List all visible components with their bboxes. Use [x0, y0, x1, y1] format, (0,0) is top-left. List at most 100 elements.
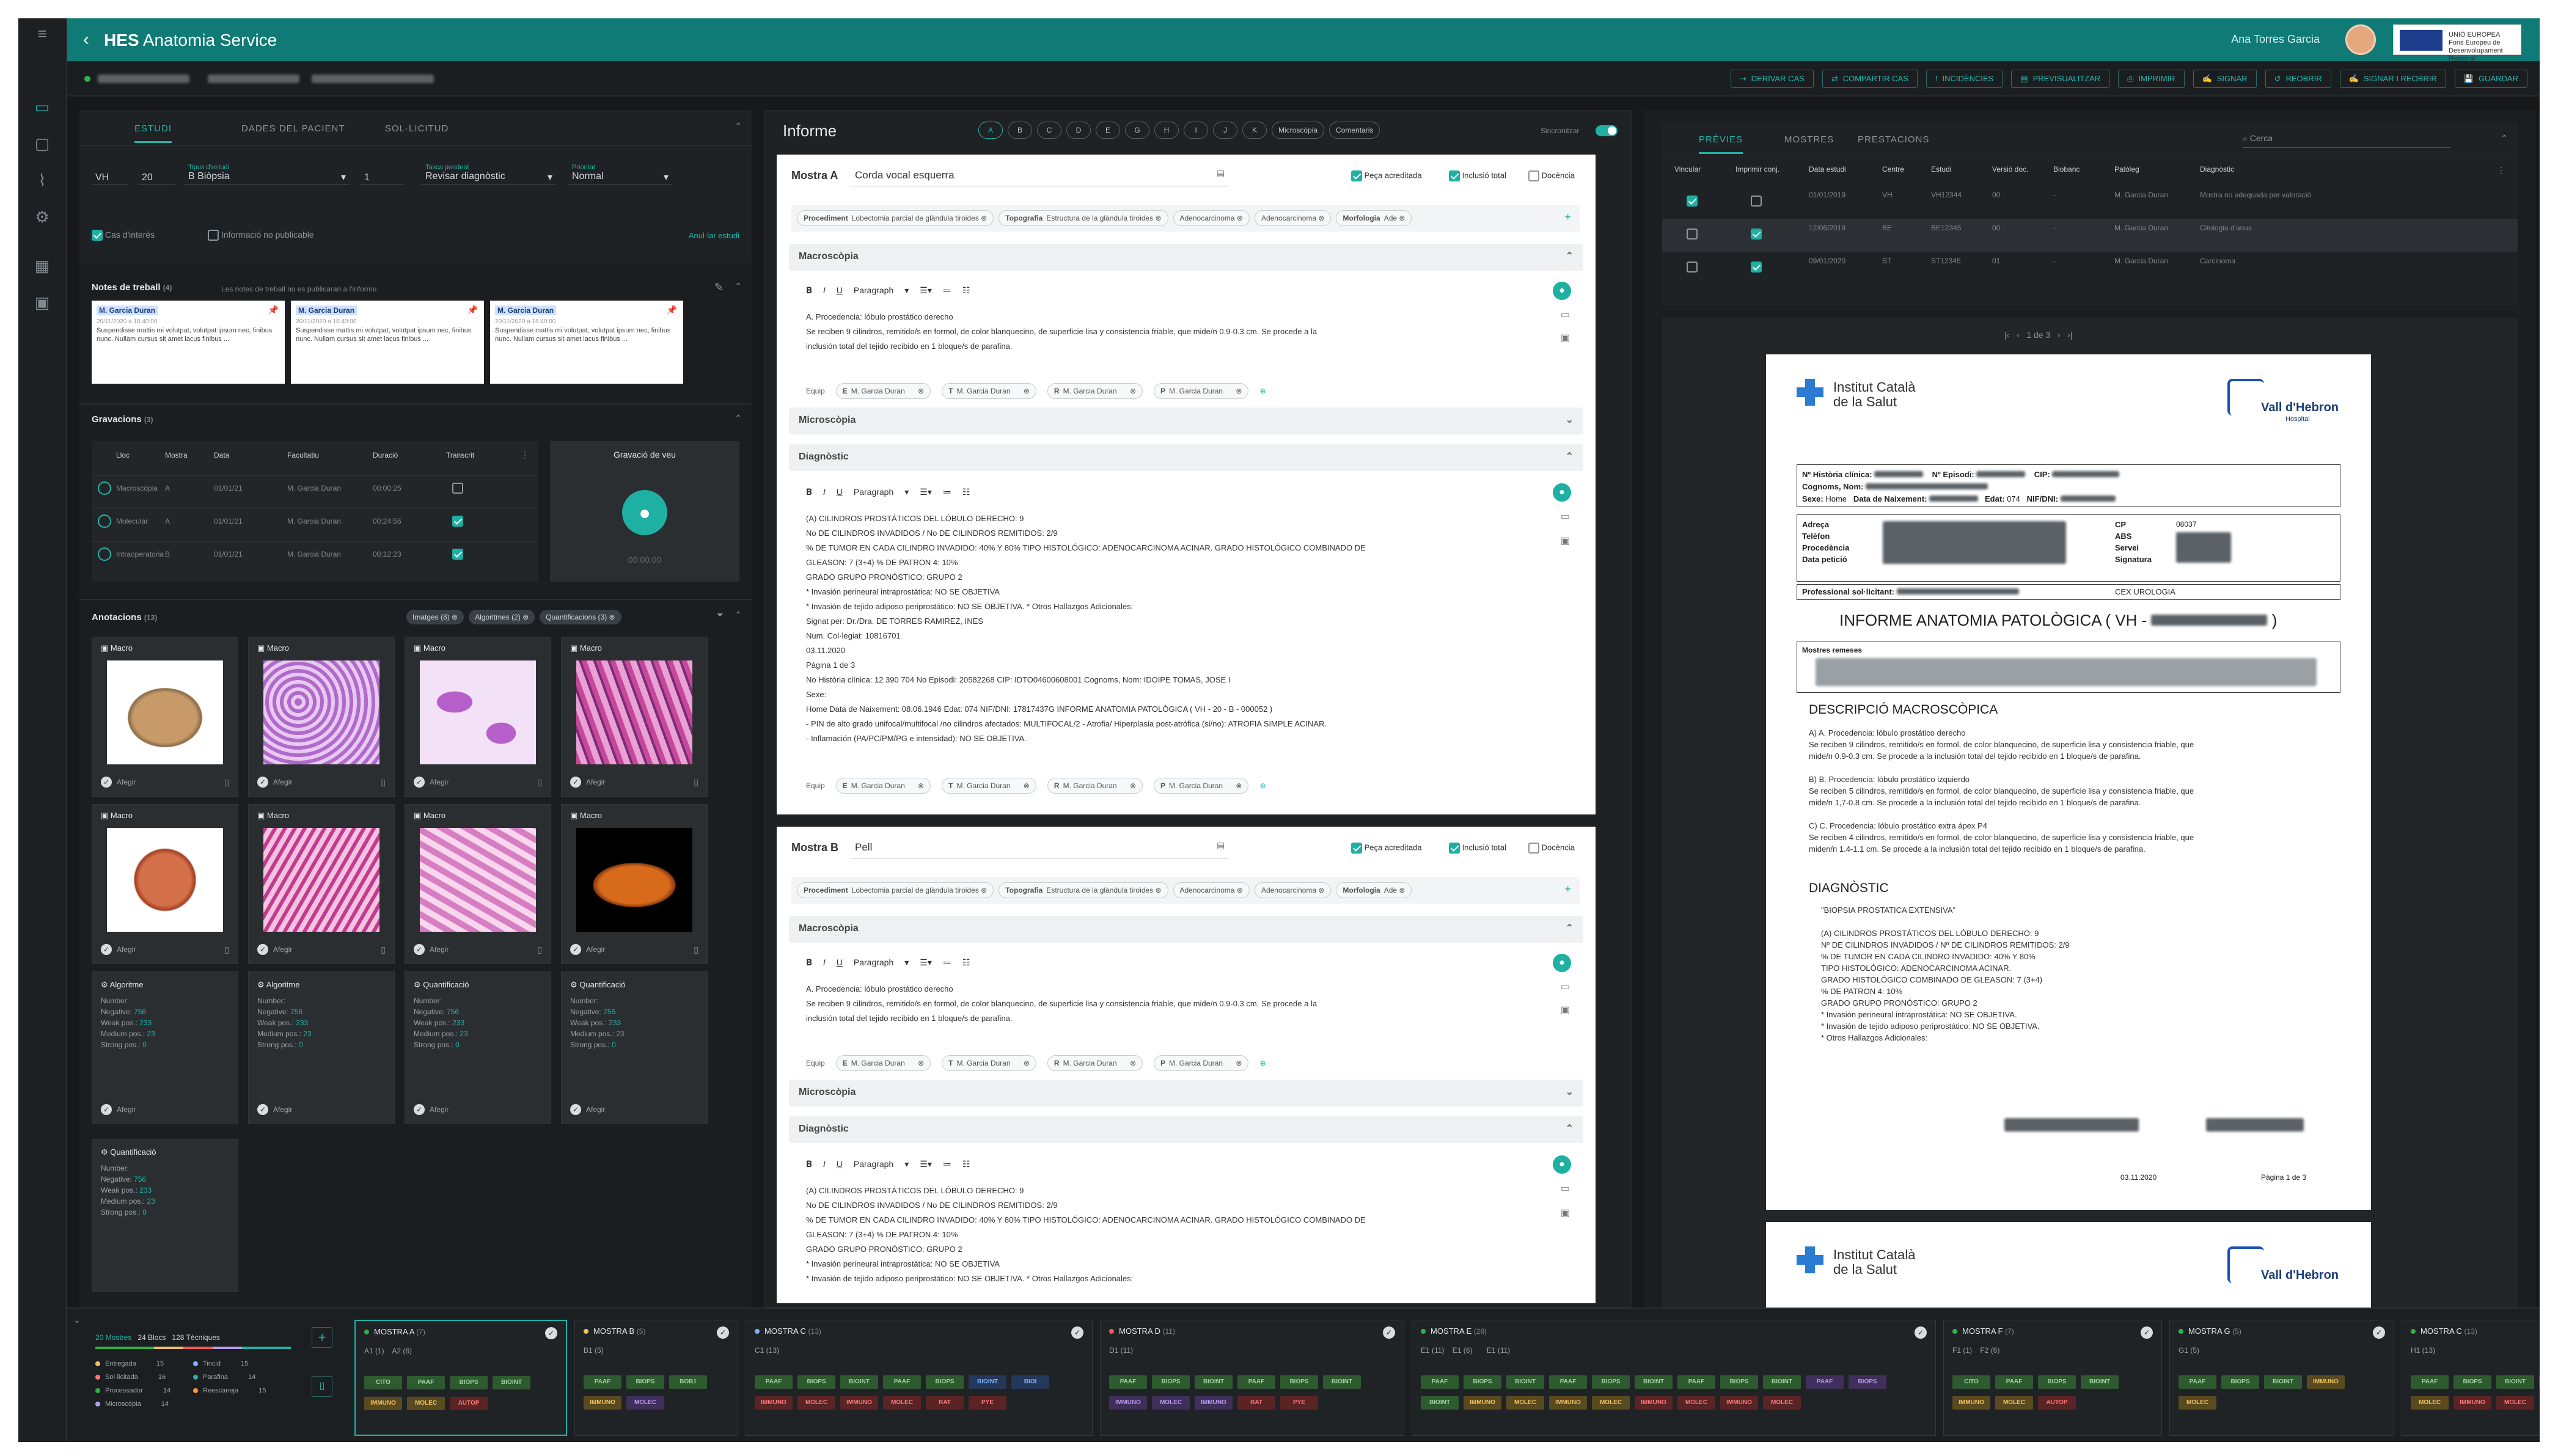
technique-tag[interactable]: IMMUNO — [1464, 1396, 1501, 1410]
technique-tag[interactable]: BIOPS — [450, 1376, 488, 1389]
add-user-icon[interactable]: ⊕ — [1259, 1059, 1266, 1067]
technique-tag[interactable]: BIOPS — [626, 1375, 664, 1389]
technique-tag[interactable]: IMMUNO — [755, 1396, 793, 1410]
prev-row[interactable] — [1662, 219, 2518, 252]
more-icon[interactable]: ⋮ — [2497, 165, 2505, 175]
quantification-card[interactable]: ⚙ Quantificació Number: Negative: 756 Weak … — [405, 971, 551, 1124]
template-icon[interactable]: ▣ — [1561, 535, 1570, 547]
coding-chip[interactable]: Topografia Estructura de la glàndula tiro… — [999, 882, 1168, 898]
team-member-chip[interactable]: P M. Garcia Duran ⊗ — [1154, 778, 1249, 794]
mic-icon[interactable]: ● — [1553, 483, 1571, 502]
accredited-check[interactable]: Peça acreditada — [1351, 170, 1422, 181]
action-button-2[interactable]: ! INCIDÈNCIES — [1926, 70, 2003, 88]
technique-tag[interactable]: BIOPS — [2454, 1375, 2491, 1389]
add-button[interactable]: + — [312, 1327, 332, 1348]
coding-chip[interactable]: Adenocarcinoma ⊗ — [1173, 882, 1250, 898]
total-inclusion-check[interactable]: Inclusió total — [1449, 170, 1506, 181]
teaching-check[interactable]: Docència — [1528, 170, 1575, 181]
macroscopy-text[interactable]: A. Procedencia: lóbulo prostático derech… — [806, 982, 1528, 1026]
technique-tag[interactable]: PYE — [1280, 1396, 1318, 1410]
user-name[interactable]: Ana Torres Garcia — [2231, 33, 2320, 46]
technique-tag[interactable]: BIOINT — [2081, 1375, 2119, 1389]
print-check[interactable] — [1751, 262, 1762, 273]
technique-tag[interactable]: BIOPS — [2038, 1375, 2076, 1389]
transcribed-check[interactable] — [452, 483, 463, 494]
team-member-chip[interactable]: E M. Garcia Duran ⊗ — [835, 1055, 931, 1071]
quantification-card[interactable]: ⚙ Quantificació Number: Negative: 756 Weak … — [92, 1139, 238, 1292]
tab-previes[interactable]: PRÈVIES — [1699, 134, 1743, 154]
technique-tag[interactable]: BIOINT — [2496, 1375, 2534, 1389]
team-member-chip[interactable]: P M. Garcia Duran ⊗ — [1154, 383, 1249, 399]
technique-tag[interactable]: PAAF — [1995, 1375, 2033, 1389]
coding-chip[interactable]: Morfologia Ade ⊗ — [1336, 210, 1412, 226]
coding-chip[interactable]: Topografia Estructura de la glàndula tiro… — [999, 210, 1168, 226]
tab-mostres[interactable]: MOSTRES — [1784, 134, 1834, 145]
technique-tag[interactable]: MOLEC — [407, 1397, 445, 1410]
calendar-icon[interactable]: ▤ — [1217, 168, 1225, 178]
technique-tag[interactable]: BIOI — [1011, 1375, 1049, 1389]
annotation-card[interactable]: ▣ Macro ✓ Afegir ▯ — [248, 637, 395, 797]
quantification-card[interactable]: ⚙ Algoritme Number: Negative: 756 Weak pos.… — [92, 971, 238, 1124]
coding-chip[interactable]: Procediment Lobectomia parcial de glàndul… — [797, 210, 994, 226]
annotation-card[interactable]: ▣ Macro ✓ Afegir ▯ — [92, 637, 238, 797]
technique-tag[interactable]: BIOINT — [840, 1375, 878, 1389]
technique-tag[interactable]: BIOINT — [1323, 1375, 1361, 1389]
technique-tag[interactable]: BIOINT — [1506, 1375, 1544, 1389]
team-member-chip[interactable]: R M. Garcia Duran ⊗ — [1047, 1055, 1143, 1071]
sample-pill[interactable]: G — [1125, 122, 1149, 139]
text-toolbar[interactable]: 𝐁 I U Paragraph ▾ ☰▾ ≔ ☷ — [806, 487, 981, 497]
delete-icon[interactable]: ▯ — [694, 777, 698, 788]
tab-dades-pacient[interactable]: DADES DEL PACIENT — [241, 123, 345, 134]
play-icon[interactable] — [98, 481, 111, 495]
note-card[interactable]: 📌 M. Garcia Duran 20/11/2020 a 18:40:00 Sus… — [92, 301, 285, 384]
note-card[interactable]: 📌 M. Garcia Duran 20/11/2020 a 18:40:00 Sus… — [490, 301, 683, 384]
technique-tag[interactable]: MOLEC — [1763, 1396, 1801, 1410]
technique-tag[interactable]: RAT — [1237, 1396, 1275, 1410]
technique-tag[interactable]: PAAF — [755, 1375, 793, 1389]
study-year[interactable]: 20 — [138, 171, 175, 185]
sample-pill[interactable]: B — [1008, 122, 1032, 139]
technique-tag[interactable]: IMMUNO — [1549, 1396, 1587, 1410]
quantification-card[interactable]: ⚙ Quantificació Number: Negative: 756 Weak … — [561, 971, 708, 1124]
technique-tag[interactable]: PAAF — [1806, 1375, 1844, 1389]
chart-icon[interactable]: ⌇ — [32, 171, 53, 189]
sample-pill[interactable]: J — [1213, 122, 1237, 139]
sample-pill[interactable]: A — [978, 122, 1003, 139]
technique-tag[interactable]: PYE — [969, 1396, 1006, 1410]
technique-tag[interactable]: IMMUNO — [1720, 1396, 1758, 1410]
action-button-1[interactable]: ⇄ COMPARTIR CAS — [1822, 70, 1918, 88]
technique-tag[interactable]: BIOPS — [1592, 1375, 1630, 1389]
task-select[interactable]: Tasca pendent Revisar diagnòstic ▾ — [422, 163, 556, 185]
team-member-chip[interactable]: R M. Garcia Duran ⊗ — [1047, 383, 1143, 399]
grid-icon[interactable]: ▦ — [32, 257, 53, 275]
back-icon[interactable]: ‹ — [83, 29, 89, 50]
text-toolbar[interactable]: 𝐁 I U Paragraph ▾ ☰▾ ≔ ☷ — [806, 957, 981, 968]
technique-tag[interactable]: MOLEC — [1677, 1396, 1715, 1410]
sample-column[interactable]: MOSTRA F (7) ✓ F1 (1) F2 (6) CITO PAAF BIOPS B… — [1943, 1320, 2162, 1436]
tab-sollicitud[interactable]: SOL·LICITUD — [385, 123, 449, 134]
link-check[interactable] — [1687, 196, 1698, 207]
template-icon[interactable]: ▣ — [1561, 1004, 1570, 1016]
pin-icon[interactable]: 📌 — [268, 305, 279, 314]
sample-pill[interactable]: D — [1066, 122, 1091, 139]
technique-tag[interactable]: MOLEC — [2496, 1396, 2534, 1410]
technique-tag[interactable]: AUTOP — [2038, 1396, 2076, 1410]
add-user-icon[interactable]: ⊕ — [1259, 781, 1266, 790]
collapse-icon[interactable]: ⌃ — [735, 610, 742, 620]
technique-tag[interactable]: IMMUNO — [1109, 1396, 1147, 1410]
diagnosis-header[interactable]: Diagnòstic ⌃ — [789, 444, 1583, 471]
annotation-card[interactable]: ▣ Macro ✓ Afegir ▯ — [561, 637, 708, 797]
add-icon[interactable]: + — [1564, 883, 1571, 896]
prev-row[interactable] — [1662, 252, 2518, 285]
delete-icon[interactable]: ▯ — [224, 777, 229, 788]
check-icon[interactable]: ✓ — [1915, 1326, 1927, 1339]
layers-icon[interactable]: ▢ — [32, 134, 53, 153]
technique-tag[interactable]: BIOPS — [1720, 1375, 1758, 1389]
action-button-5[interactable]: ✍ SIGNAR — [2193, 70, 2257, 88]
technique-tag[interactable]: BIOPS — [1464, 1375, 1501, 1389]
technique-tag[interactable]: CITO — [364, 1376, 402, 1389]
filter-icon[interactable]: ⏷ — [717, 610, 724, 620]
technique-tag[interactable]: IMMUNO — [2307, 1375, 2345, 1389]
technique-tag[interactable]: PAAF — [584, 1375, 621, 1389]
edit-icon[interactable]: ✎ — [714, 281, 724, 294]
